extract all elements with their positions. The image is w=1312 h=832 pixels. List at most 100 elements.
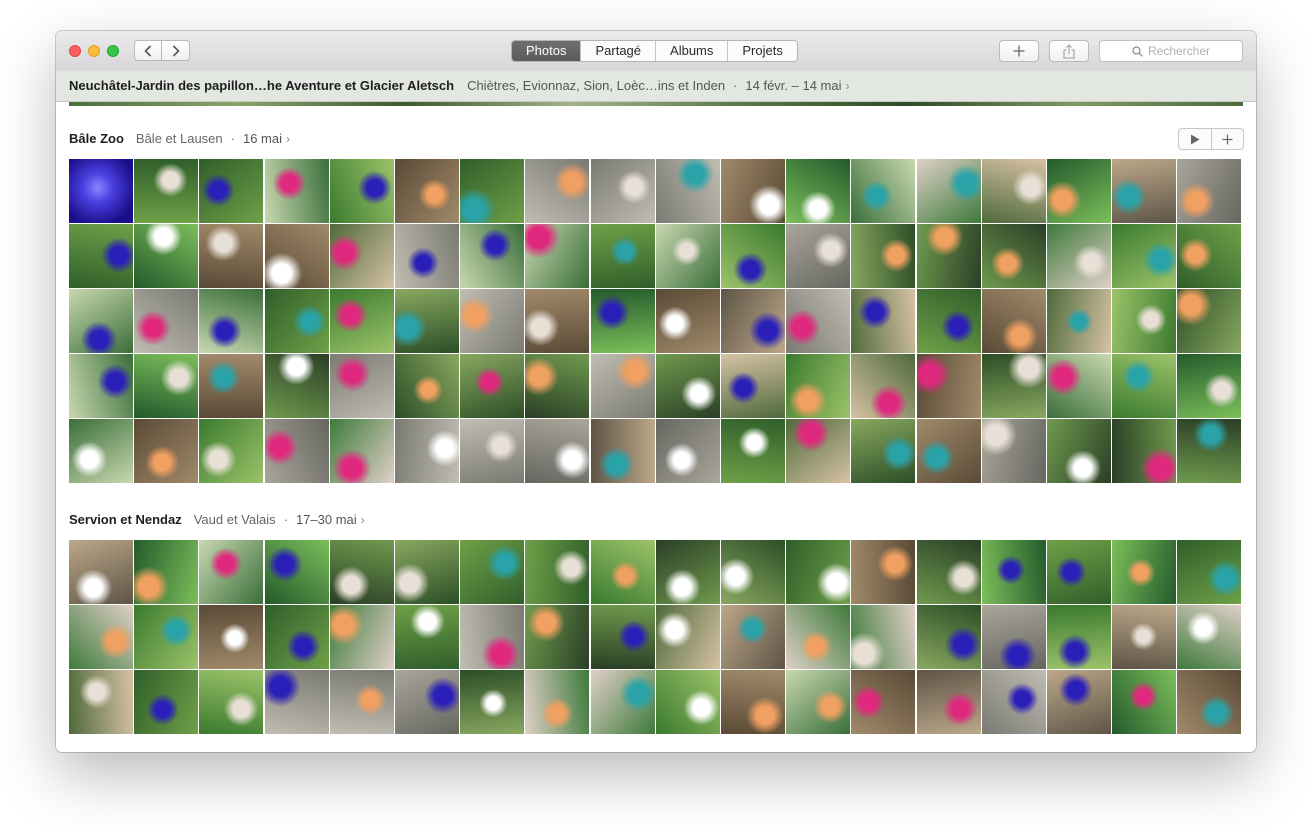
photo-thumbnail[interactable] [786,605,851,669]
tab-projects[interactable]: Projets [727,41,796,61]
photo-thumbnail[interactable] [199,289,264,353]
photo-thumbnail[interactable] [395,540,459,604]
photo-thumbnail[interactable] [1177,354,1242,418]
photo-thumbnail[interactable] [395,159,459,223]
photo-thumbnail[interactable] [1112,670,1177,734]
photo-thumbnail[interactable] [460,540,525,604]
moment-header-servion-nendaz[interactable]: Servion et Nendaz Vaud et Valais · 17–30… [69,512,365,527]
photo-thumbnail[interactable] [721,354,785,418]
minimize-window-button[interactable] [88,45,100,57]
photo-thumbnail[interactable] [525,419,590,483]
photo-thumbnail[interactable] [786,224,851,288]
photo-thumbnail[interactable] [916,159,981,223]
photo-thumbnail[interactable] [655,419,720,483]
photo-thumbnail[interactable] [1112,289,1177,353]
photo-thumbnail[interactable] [1177,540,1242,604]
photo-thumbnail[interactable] [1177,224,1242,288]
photo-thumbnail[interactable] [1112,159,1177,223]
photo-thumbnail[interactable] [590,289,655,353]
collection-header[interactable]: Neuchâtel-Jardin des papillon…he Aventur… [56,70,1256,102]
photo-thumbnail[interactable] [916,224,981,288]
photo-thumbnail[interactable] [590,540,655,604]
search-field[interactable]: Rechercher [1099,40,1243,62]
photo-thumbnail[interactable] [264,540,329,604]
photo-thumbnail[interactable] [721,224,785,288]
photo-thumbnail[interactable] [134,159,199,223]
photo-thumbnail[interactable] [69,289,133,353]
photo-thumbnail[interactable] [199,670,264,734]
photo-thumbnail[interactable] [981,159,1046,223]
photo-thumbnail[interactable] [1047,224,1111,288]
photo-thumbnail[interactable] [329,670,394,734]
photo-thumbnail[interactable] [721,670,785,734]
photo-thumbnail[interactable] [590,354,655,418]
photo-thumbnail[interactable] [525,224,590,288]
photo-thumbnail[interactable] [1112,354,1177,418]
photo-thumbnail[interactable] [460,224,525,288]
photo-thumbnail[interactable] [525,540,590,604]
photo-thumbnail[interactable] [721,419,785,483]
photo-thumbnail[interactable] [395,224,459,288]
photo-thumbnail[interactable] [590,159,655,223]
photo-thumbnail[interactable] [851,540,916,604]
photo-thumbnail[interactable] [329,540,394,604]
photo-thumbnail[interactable] [1112,419,1177,483]
photo-thumbnail[interactable] [786,289,851,353]
photo-thumbnail[interactable] [395,419,459,483]
photo-thumbnail[interactable] [1047,540,1111,604]
photo-thumbnail[interactable] [134,419,199,483]
photo-thumbnail[interactable] [981,354,1046,418]
photo-thumbnail[interactable] [981,670,1046,734]
photo-thumbnail[interactable] [69,159,133,223]
photo-thumbnail[interactable] [916,540,981,604]
back-button[interactable] [134,40,162,61]
photo-thumbnail[interactable] [655,224,720,288]
photo-thumbnail[interactable] [199,605,264,669]
tab-shared[interactable]: Partagé [580,41,655,61]
photo-thumbnail[interactable] [329,289,394,353]
photo-thumbnail[interactable] [1047,289,1111,353]
photo-thumbnail[interactable] [199,540,264,604]
close-window-button[interactable] [69,45,81,57]
photo-thumbnail[interactable] [264,670,329,734]
photo-thumbnail[interactable] [264,419,329,483]
photo-thumbnail[interactable] [69,605,133,669]
photo-thumbnail[interactable] [69,670,133,734]
slideshow-button[interactable] [1179,129,1211,149]
forward-button[interactable] [162,40,190,61]
photo-thumbnail[interactable] [1112,605,1177,669]
photo-thumbnail[interactable] [460,605,525,669]
photo-thumbnail[interactable] [395,289,459,353]
photo-thumbnail[interactable] [199,224,264,288]
photo-thumbnail[interactable] [1047,159,1111,223]
photo-thumbnail[interactable] [916,354,981,418]
photo-thumbnail[interactable] [851,224,916,288]
photo-thumbnail[interactable] [264,224,329,288]
photo-thumbnail[interactable] [786,540,851,604]
photo-thumbnail[interactable] [1177,289,1242,353]
photo-thumbnail[interactable] [851,354,916,418]
photo-thumbnail[interactable] [916,419,981,483]
photo-thumbnail[interactable] [329,354,394,418]
photo-thumbnail[interactable] [721,289,785,353]
zoom-window-button[interactable] [107,45,119,57]
photo-thumbnail[interactable] [329,159,394,223]
photo-thumbnail[interactable] [721,605,785,669]
photo-thumbnail[interactable] [199,159,264,223]
photo-thumbnail[interactable] [69,224,133,288]
photo-thumbnail[interactable] [329,224,394,288]
photo-thumbnail[interactable] [69,419,133,483]
photo-thumbnail[interactable] [655,159,720,223]
photo-thumbnail[interactable] [851,159,916,223]
photo-thumbnail[interactable] [786,354,851,418]
photo-thumbnail[interactable] [786,670,851,734]
photo-thumbnail[interactable] [264,159,329,223]
photo-thumbnail[interactable] [655,670,720,734]
photo-thumbnail[interactable] [525,670,590,734]
photo-thumbnail[interactable] [916,605,981,669]
photo-thumbnail[interactable] [460,289,525,353]
photo-thumbnail[interactable] [981,540,1046,604]
photo-thumbnail[interactable] [851,289,916,353]
photo-thumbnail[interactable] [395,605,459,669]
photo-thumbnail[interactable] [264,354,329,418]
